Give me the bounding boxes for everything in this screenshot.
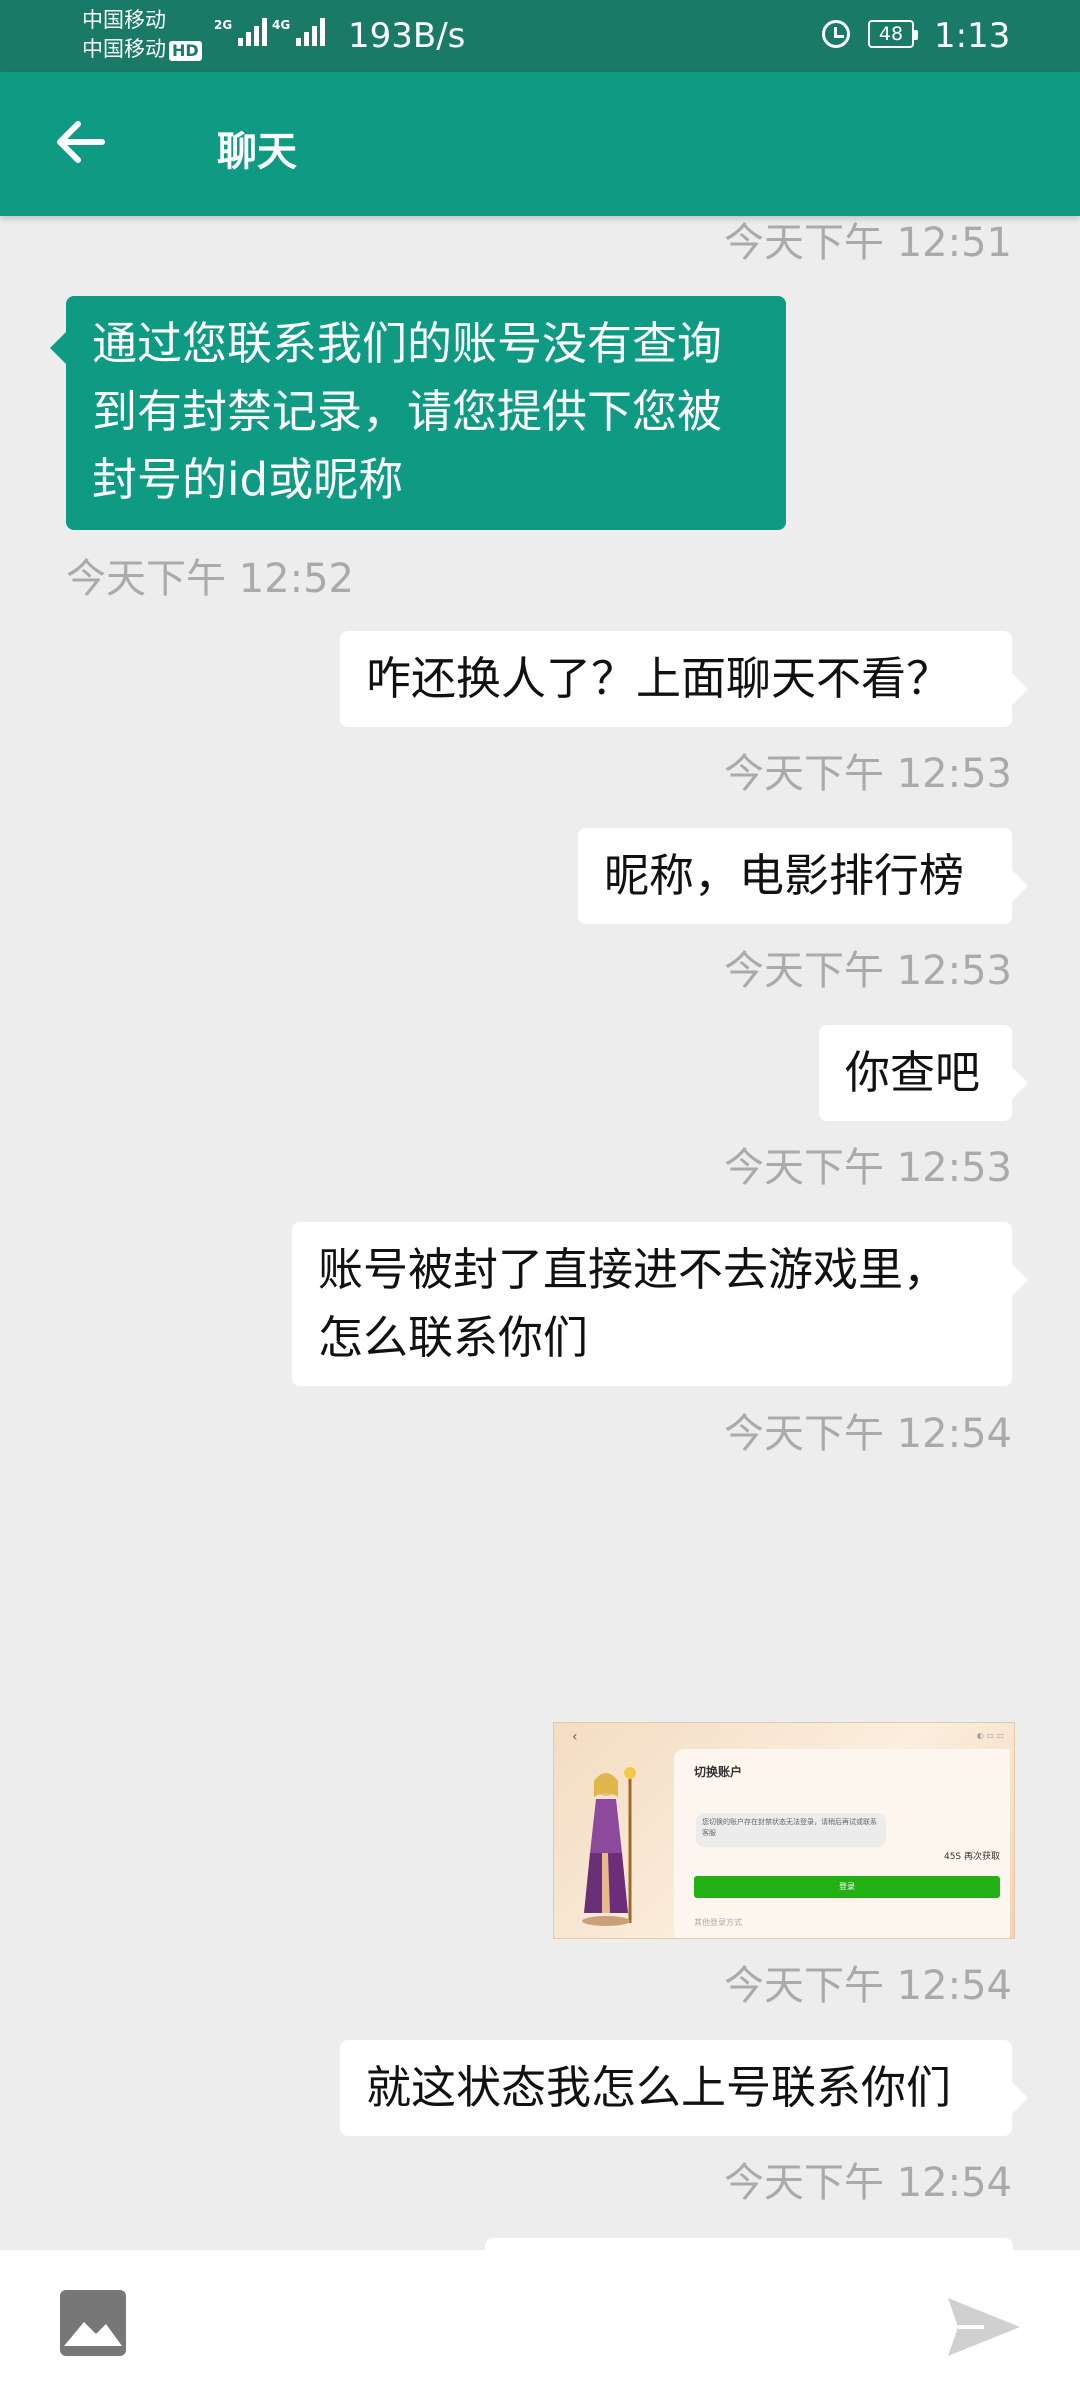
image-message[interactable]: ‹ ◐ ▭ ▭ 切换账户 您切换的账户存在封禁状态无法登录，请稍后再试或联系客服…: [553, 1722, 1015, 1939]
page-title: 聊天: [217, 129, 297, 175]
carrier-bottom: 中国移动: [82, 37, 166, 61]
app-header: 聊天: [0, 72, 1080, 216]
carrier-top: 中国移动: [82, 8, 166, 32]
send-icon: [948, 2298, 1020, 2356]
message-timestamp: 今天下午 12:52: [66, 556, 354, 602]
message-bubble-sent[interactable]: 昵称，电影排行榜: [578, 828, 1028, 924]
thumb-toolbar: ◐ ▭ ▭: [976, 1731, 1004, 1740]
switch-account-panel: 切换账户 您切换的账户存在封禁状态无法登录，请稍后再试或联系客服 45S 再次获…: [674, 1749, 1010, 1938]
signal-4g-icon: 4G: [272, 18, 326, 46]
message-timestamp: 今天下午 12:53: [724, 751, 1012, 797]
message-bubble-sent[interactable]: 就这状态我怎么上号联系你们: [340, 2040, 1028, 2136]
panel-timer: 45S 再次获取: [943, 1852, 1000, 1862]
message-timestamp: 今天下午 12:54: [724, 2160, 1012, 2206]
game-character-image: [582, 1767, 636, 1926]
message-bubble-received[interactable]: 通过您联系我们的账号没有查询 到有封禁记录，请您提供下您被 封号的id或昵称: [50, 296, 786, 530]
signal-2g-icon: 2G: [214, 18, 268, 46]
back-button[interactable]: [50, 112, 120, 176]
carrier-info: 中国移动 中国移动 HD: [82, 6, 202, 64]
message-bubble-sent[interactable]: 你查吧: [819, 1025, 1028, 1121]
panel-message: 您切换的账户存在封禁状态无法登录，请稍后再试或联系客服: [696, 1813, 886, 1847]
alarm-icon: [822, 20, 850, 48]
message-timestamp: 今天下午 12:54: [724, 1411, 1012, 1457]
battery-icon: 48: [868, 20, 918, 48]
message-timestamp: 今天下午 12:53: [724, 1145, 1012, 1191]
message-timestamp: 今天下午 12:53: [724, 948, 1012, 994]
input-bar: [0, 2250, 1080, 2400]
panel-other-login: 其他登录方式: [694, 1918, 742, 1927]
back-arrow-icon: [57, 121, 105, 163]
message-timestamp: 今天下午 12:54: [724, 1963, 1012, 2009]
clock: 1:13: [934, 16, 1011, 56]
panel-login-button: 登录: [694, 1876, 1000, 1898]
message-timestamp: 今天下午 12:51: [724, 220, 1012, 266]
hd-badge: HD: [169, 41, 202, 61]
status-bar: 中国移动 中国移动 HD 2G 4G 193B/s 48 1:13: [0, 0, 1080, 72]
message-bubble-sent[interactable]: 咋还换人了？上面聊天不看？: [340, 631, 1028, 727]
message-bubble-sent[interactable]: 账号被封了直接进不去游戏里， 怎么联系你们: [292, 1222, 1028, 1386]
network-speed: 193B/s: [348, 16, 466, 56]
panel-title: 切换账户: [694, 1765, 743, 1779]
send-button[interactable]: [944, 2292, 1024, 2362]
image-icon: [64, 2322, 122, 2346]
image-button[interactable]: [60, 2290, 126, 2356]
thumb-back-icon: ‹: [572, 1729, 578, 1745]
